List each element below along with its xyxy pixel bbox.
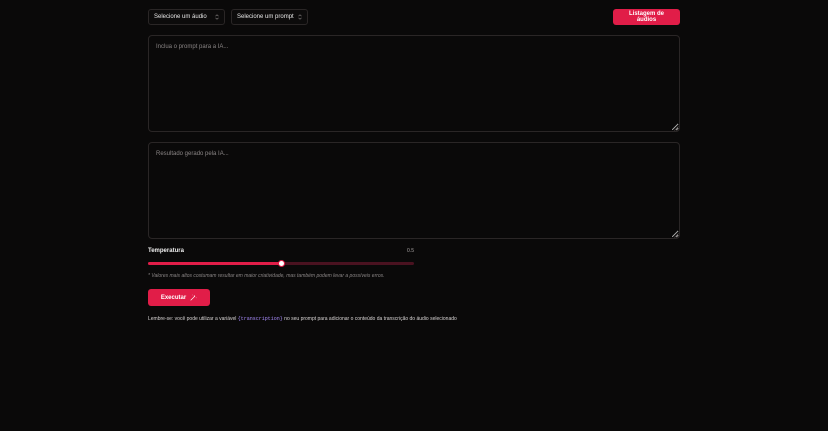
audio-select-label: Selecione um áudio — [154, 14, 207, 20]
temperature-label: Temperatura — [148, 248, 184, 254]
app-page: Selecione um áudio Selecione um prompt L… — [0, 0, 828, 431]
slider-range — [148, 262, 281, 265]
variable-note: Lembre-se: você pode utilizar a variável… — [148, 316, 457, 322]
toolbar: Selecione um áudio Selecione um prompt L… — [148, 9, 680, 25]
transcription-variable: {transcription} — [237, 316, 283, 322]
prompt-select-label: Selecione um prompt — [237, 14, 294, 20]
result-output[interactable] — [148, 142, 680, 239]
temperature-hint: * Valores mais altos costumam resultar e… — [148, 273, 385, 279]
temperature-value: 0.5 — [407, 248, 414, 254]
run-button[interactable]: Executar — [148, 289, 210, 306]
run-button-label: Executar — [160, 294, 187, 301]
chevron-up-down-icon — [215, 14, 219, 20]
audio-select[interactable]: Selecione um áudio — [148, 9, 225, 25]
prompt-select[interactable]: Selecione um prompt — [231, 9, 308, 25]
slider-thumb[interactable] — [277, 260, 285, 267]
resize-grip-icon[interactable] — [674, 233, 679, 238]
variable-note-after: no seu prompt para adicionar o conteúdo … — [282, 316, 457, 322]
list-audios-button[interactable]: Listagem de áudios — [613, 9, 680, 25]
prompt-input[interactable] — [148, 35, 680, 132]
resize-grip-icon[interactable] — [674, 126, 679, 131]
magic-wand-icon — [190, 294, 197, 301]
chevron-up-down-icon — [298, 14, 302, 20]
temperature-slider[interactable] — [148, 260, 414, 267]
variable-note-before: Lembre-se: você pode utilizar a variável — [148, 316, 238, 322]
